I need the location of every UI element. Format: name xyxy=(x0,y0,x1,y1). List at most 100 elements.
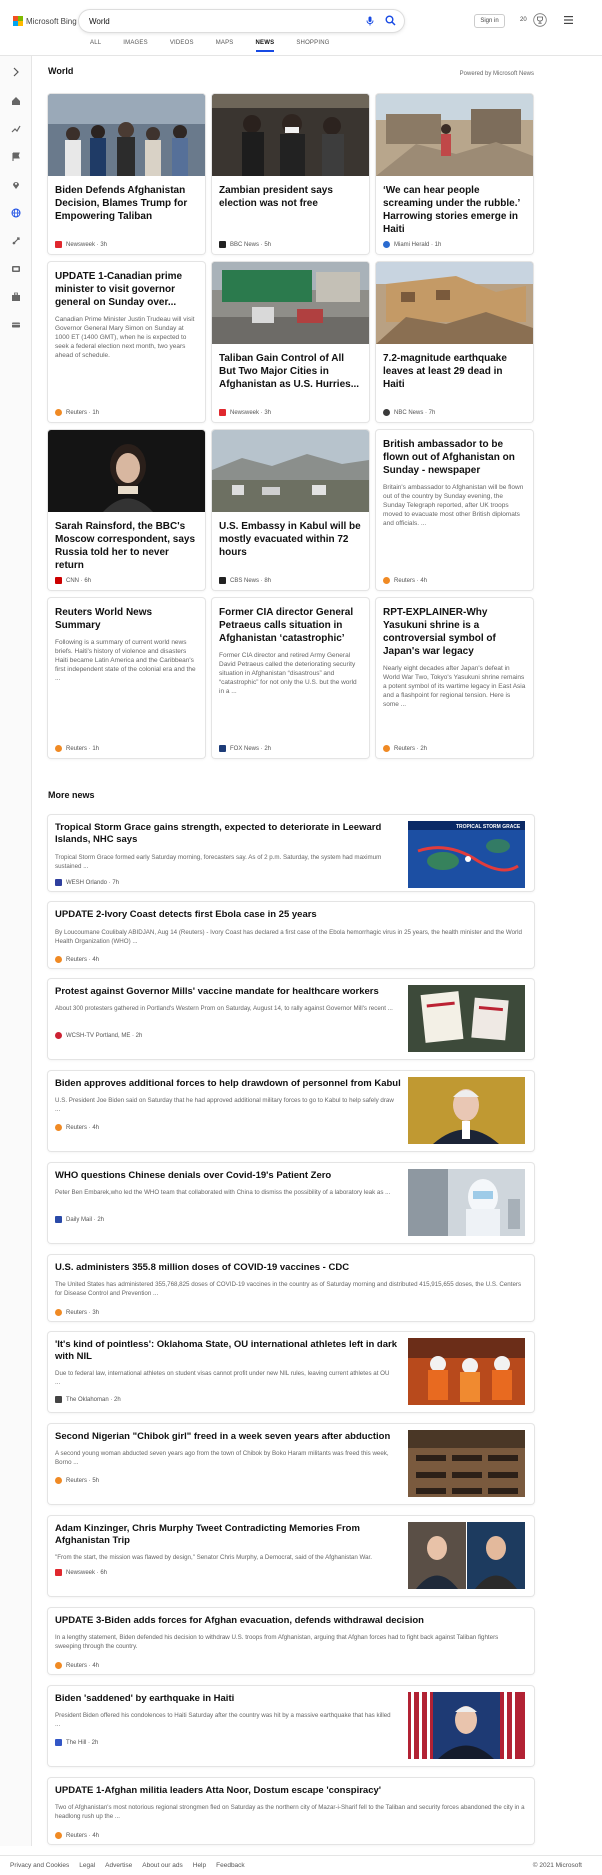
home-icon[interactable] xyxy=(11,96,21,106)
news-card[interactable]: 7.2-magnitude earthquake leaves at least… xyxy=(376,262,533,422)
item-title[interactable]: Tropical Storm Grace gains strength, exp… xyxy=(55,822,405,846)
item-thumbnail[interactable]: TROPICAL STORM GRACE xyxy=(408,821,525,888)
item-thumbnail[interactable] xyxy=(408,1169,525,1236)
search-icon[interactable] xyxy=(385,15,396,26)
card-source[interactable]: BBC News · 5h xyxy=(219,241,271,248)
card-thumbnail[interactable] xyxy=(212,262,369,344)
tab-news[interactable]: NEWS xyxy=(255,40,275,52)
card-title[interactable]: RPT-EXPLAINER-Why Yasukuni shrine is a c… xyxy=(376,598,533,658)
item-title[interactable]: WHO questions Chinese denials over Covid… xyxy=(55,1170,405,1182)
card-thumbnail[interactable] xyxy=(212,430,369,512)
item-source[interactable]: The Hill · 2h xyxy=(55,1739,98,1746)
card-thumbnail[interactable] xyxy=(212,94,369,176)
footer-link-advertise[interactable]: Advertise xyxy=(105,1862,132,1869)
more-news-item[interactable]: UPDATE 3-Biden adds forces for Afghan ev… xyxy=(48,1608,534,1674)
card-thumbnail[interactable] xyxy=(376,262,533,344)
card-source[interactable]: Miami Herald · 1h xyxy=(383,241,441,248)
business-icon[interactable] xyxy=(11,292,21,302)
microphone-icon[interactable] xyxy=(366,16,374,26)
news-card[interactable]: UPDATE 1-Canadian prime minister to visi… xyxy=(48,262,205,422)
news-card[interactable]: Sarah Rainsford, the BBC's Moscow corres… xyxy=(48,430,205,590)
news-card[interactable]: Former CIA director General Petraeus cal… xyxy=(212,598,369,758)
more-news-item[interactable]: 'It's kind of pointless': Oklahoma State… xyxy=(48,1332,534,1412)
news-card[interactable]: Taliban Gain Control of All But Two Majo… xyxy=(212,262,369,422)
more-news-item[interactable]: UPDATE 2-Ivory Coast detects first Ebola… xyxy=(48,902,534,968)
tab-images[interactable]: IMAGES xyxy=(123,40,148,52)
item-title[interactable]: Biden 'saddened' by earthquake in Haiti xyxy=(55,1693,405,1705)
more-news-item[interactable]: Protest against Governor Mills' vaccine … xyxy=(48,979,534,1059)
card-title[interactable]: British ambassador to be flown out of Af… xyxy=(376,430,533,477)
item-thumbnail[interactable] xyxy=(408,1077,525,1144)
card-title[interactable]: Reuters World News Summary xyxy=(48,598,205,632)
card-title[interactable]: UPDATE 1-Canadian prime minister to visi… xyxy=(48,262,205,309)
item-title[interactable]: U.S. administers 355.8 million doses of … xyxy=(55,1262,525,1274)
card-title[interactable]: 7.2-magnitude earthquake leaves at least… xyxy=(376,344,533,391)
item-title[interactable]: Second Nigerian "Chibok girl" freed in a… xyxy=(55,1431,405,1443)
card-title[interactable]: ‘We can hear people screaming under the … xyxy=(376,176,533,236)
item-thumbnail[interactable] xyxy=(408,1692,525,1759)
news-card[interactable]: Biden Defends Afghanistan Decision, Blam… xyxy=(48,94,205,254)
item-source[interactable]: The Oklahoman · 2h xyxy=(55,1396,121,1403)
card-source[interactable]: CNN · 6h xyxy=(55,577,91,584)
item-source[interactable]: Reuters · 4h xyxy=(55,956,99,963)
tab-maps[interactable]: MAPS xyxy=(216,40,234,52)
item-title[interactable]: UPDATE 3-Biden adds forces for Afghan ev… xyxy=(55,1615,525,1627)
item-source[interactable]: WCSH-TV Portland, ME · 2h xyxy=(55,1032,142,1039)
search-box[interactable] xyxy=(79,10,404,32)
card-source[interactable]: Newsweek · 3h xyxy=(219,409,271,416)
money-icon[interactable] xyxy=(11,320,21,330)
rewards-trophy-icon[interactable] xyxy=(533,13,547,27)
item-thumbnail[interactable] xyxy=(408,1430,525,1497)
footer-link-privacy[interactable]: Privacy and Cookies xyxy=(10,1862,69,1869)
card-source[interactable]: CBS News · 8h xyxy=(219,577,271,584)
card-source[interactable]: NBC News · 7h xyxy=(383,409,435,416)
card-title[interactable]: Zambian president says election was not … xyxy=(212,176,369,210)
expand-sidebar-icon[interactable] xyxy=(11,67,21,77)
item-title[interactable]: Protest against Governor Mills' vaccine … xyxy=(55,986,405,998)
card-title[interactable]: Biden Defends Afghanistan Decision, Blam… xyxy=(48,176,205,223)
tab-shopping[interactable]: SHOPPING xyxy=(296,40,329,52)
item-source[interactable]: WESH Orlando · 7h xyxy=(55,879,119,886)
footer-link-about-ads[interactable]: About our ads xyxy=(142,1862,182,1869)
card-title[interactable]: Former CIA director General Petraeus cal… xyxy=(212,598,369,645)
search-input[interactable] xyxy=(89,14,339,28)
item-source[interactable]: Daily Mail · 2h xyxy=(55,1216,104,1223)
trending-icon[interactable] xyxy=(11,124,21,134)
card-source[interactable]: Reuters · 1h xyxy=(55,745,99,752)
item-source[interactable]: Reuters · 4h xyxy=(55,1832,99,1839)
location-pin-icon[interactable] xyxy=(11,180,21,190)
more-news-item[interactable]: UPDATE 1-Afghan militia leaders Atta Noo… xyxy=(48,1778,534,1844)
item-thumbnail[interactable] xyxy=(408,1338,525,1405)
footer-link-help[interactable]: Help xyxy=(193,1862,206,1869)
news-card[interactable]: Zambian president says election was not … xyxy=(212,94,369,254)
card-thumbnail[interactable] xyxy=(48,430,205,512)
news-card[interactable]: ‘We can hear people screaming under the … xyxy=(376,94,533,254)
item-source[interactable]: Reuters · 4h xyxy=(55,1124,99,1131)
technology-icon[interactable] xyxy=(11,264,21,274)
item-title[interactable]: UPDATE 2-Ivory Coast detects first Ebola… xyxy=(55,909,525,921)
card-source[interactable]: FOX News · 2h xyxy=(219,745,271,752)
item-title[interactable]: Adam Kinzinger, Chris Murphy Tweet Contr… xyxy=(55,1523,405,1547)
item-source[interactable]: Newsweek · 6h xyxy=(55,1569,107,1576)
item-source[interactable]: Reuters · 5h xyxy=(55,1477,99,1484)
more-news-item[interactable]: Biden 'saddened' by earthquake in Haiti … xyxy=(48,1686,534,1766)
card-title[interactable]: Taliban Gain Control of All But Two Majo… xyxy=(212,344,369,391)
news-card[interactable]: Reuters World News Summary Following is … xyxy=(48,598,205,758)
card-thumbnail[interactable] xyxy=(48,94,205,176)
more-news-item[interactable]: Tropical Storm Grace gains strength, exp… xyxy=(48,815,534,891)
more-news-item[interactable]: WHO questions Chinese denials over Covid… xyxy=(48,1163,534,1243)
more-news-item[interactable]: Biden approves additional forces to help… xyxy=(48,1071,534,1151)
item-source[interactable]: Reuters · 3h xyxy=(55,1309,99,1316)
card-title[interactable]: U.S. Embassy in Kabul will be mostly eva… xyxy=(212,512,369,559)
item-thumbnail[interactable] xyxy=(408,1522,525,1589)
rewards-count[interactable]: 20 xyxy=(520,17,527,23)
science-icon[interactable] xyxy=(11,236,21,246)
news-card[interactable]: RPT-EXPLAINER-Why Yasukuni shrine is a c… xyxy=(376,598,533,758)
sign-in-button[interactable]: Sign in xyxy=(474,14,505,28)
bing-logo[interactable]: Microsoft Bing xyxy=(13,16,77,26)
news-card[interactable]: U.S. Embassy in Kabul will be mostly eva… xyxy=(212,430,369,590)
news-card[interactable]: British ambassador to be flown out of Af… xyxy=(376,430,533,590)
more-news-item[interactable]: Adam Kinzinger, Chris Murphy Tweet Contr… xyxy=(48,1516,534,1596)
card-source[interactable]: Reuters · 1h xyxy=(55,409,99,416)
footer-link-legal[interactable]: Legal xyxy=(79,1862,95,1869)
